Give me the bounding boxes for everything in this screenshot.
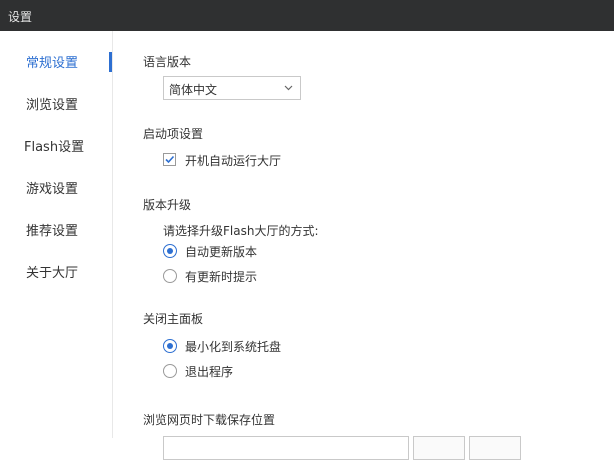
- sidebar-item-label: 推荐设置: [26, 224, 79, 239]
- auto-run-checkbox[interactable]: [163, 153, 176, 166]
- upgrade-option-label: 有更新时提示: [185, 270, 258, 284]
- download-path-input[interactable]: [163, 436, 409, 460]
- download-section-title: 浏览网页时下载保存位置: [143, 413, 276, 427]
- upgrade-prompt: 请选择升级Flash大厅的方式:: [163, 224, 319, 238]
- language-select-value: 简体中文: [169, 83, 218, 97]
- sidebar-item-label: 游戏设置: [26, 182, 79, 197]
- upgrade-section-title: 版本升级: [143, 198, 192, 212]
- radio-button[interactable]: [163, 244, 177, 258]
- upgrade-option-label: 自动更新版本: [185, 245, 258, 259]
- radio-button[interactable]: [163, 339, 177, 353]
- radio-button[interactable]: [163, 269, 177, 283]
- active-indicator: [109, 52, 112, 72]
- browse-button[interactable]: [413, 436, 465, 460]
- sidebar-item-label: 关于大厅: [26, 266, 79, 281]
- settings-sidebar: 常规设置 浏览设置 Flash设置 游戏设置 推荐设置 关于大厅: [0, 31, 113, 438]
- sidebar-item-label: 浏览设置: [26, 98, 79, 113]
- sidebar-item-flash[interactable]: Flash设置: [0, 130, 112, 158]
- sidebar-item-label: 常规设置: [26, 56, 79, 71]
- startup-section-title: 启动项设置: [143, 127, 204, 141]
- sidebar-item-games[interactable]: 游戏设置: [0, 172, 112, 200]
- close-option-label: 最小化到系统托盘: [185, 340, 282, 354]
- sidebar-item-label: Flash设置: [24, 140, 85, 155]
- sidebar-item-recommend[interactable]: 推荐设置: [0, 214, 112, 242]
- close-panel-section-title: 关闭主面板: [143, 312, 204, 326]
- radio-button[interactable]: [163, 364, 177, 378]
- window-title: 设置: [8, 10, 33, 24]
- settings-content: 语言版本 简体中文 启动项设置 开机自动运行大厅 版本升级 请选择升级Flash…: [113, 31, 614, 460]
- language-section-title: 语言版本: [143, 55, 192, 69]
- sidebar-item-browsing[interactable]: 浏览设置: [0, 88, 112, 116]
- checkmark-icon: [165, 155, 175, 164]
- title-bar: 设置: [0, 0, 614, 31]
- sidebar-item-general[interactable]: 常规设置: [0, 46, 112, 74]
- sidebar-item-about[interactable]: 关于大厅: [0, 256, 112, 284]
- chevron-down-icon: [284, 85, 293, 91]
- open-folder-button[interactable]: [469, 436, 521, 460]
- language-select[interactable]: 简体中文: [163, 76, 301, 100]
- auto-run-label: 开机自动运行大厅: [185, 154, 282, 168]
- close-option-label: 退出程序: [185, 365, 234, 379]
